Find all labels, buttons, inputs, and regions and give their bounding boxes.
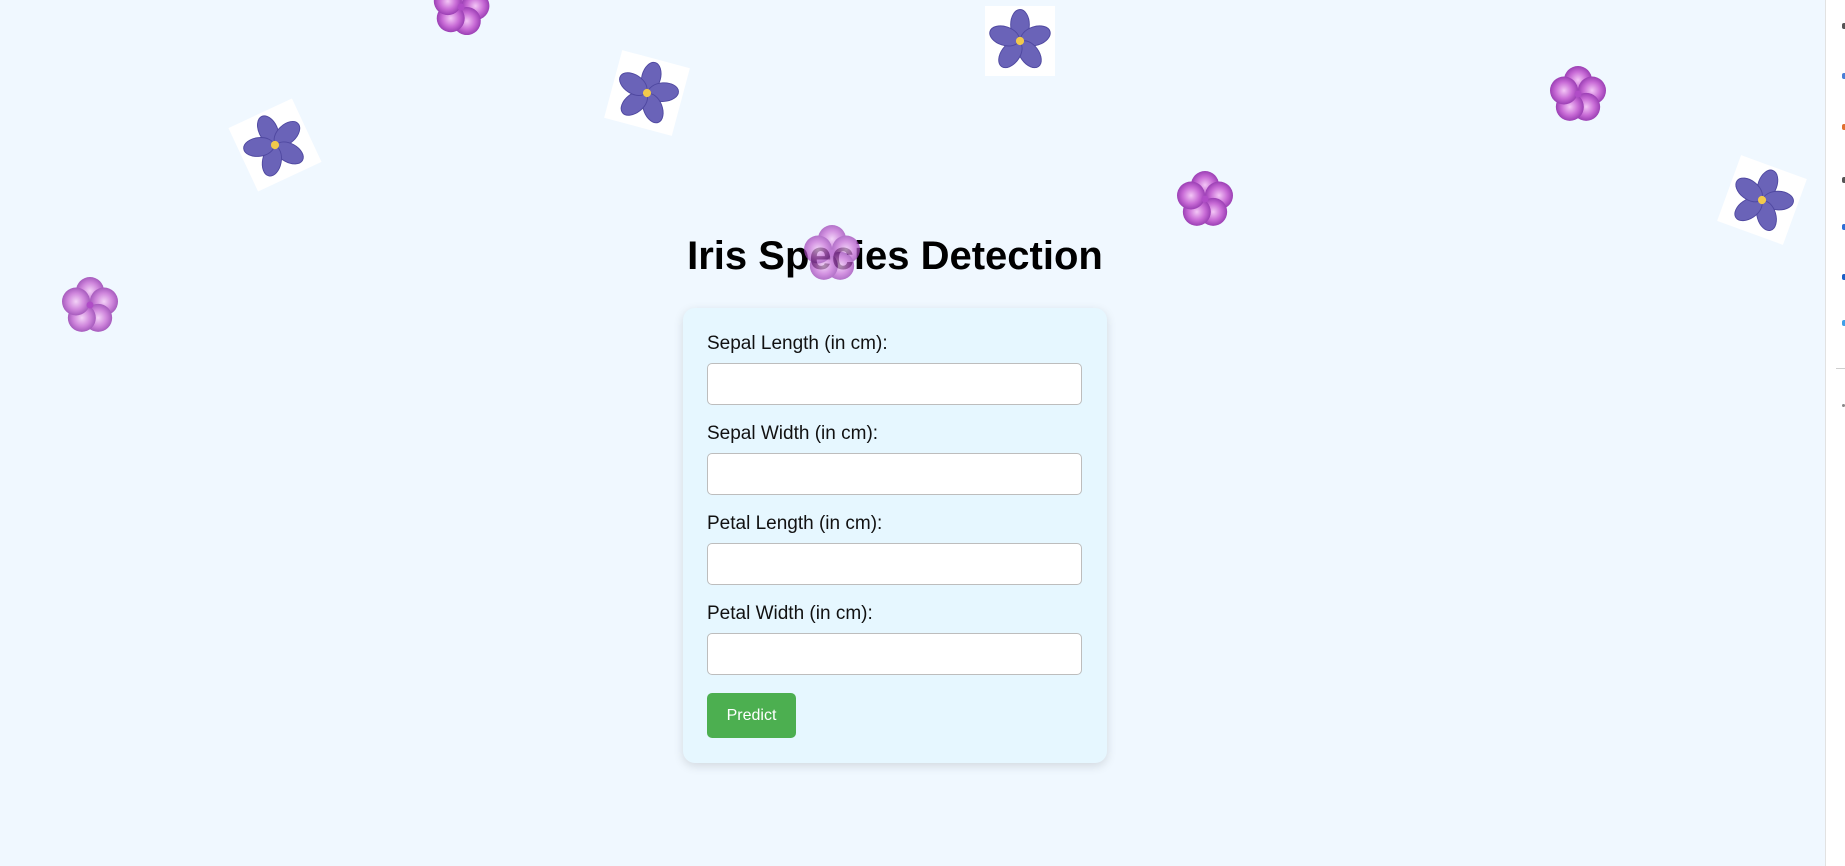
falling-pink-flower-icon (55, 270, 125, 340)
falling-pink-flower-icon (797, 218, 867, 288)
petal-length-input[interactable] (707, 543, 1082, 585)
petal-width-label: Petal Width (in cm): (707, 603, 873, 624)
predict-button[interactable]: Predict (707, 693, 796, 738)
falling-violet-flower-icon (985, 6, 1055, 76)
browser-side-panel (1825, 0, 1845, 866)
falling-pink-flower-icon (1170, 164, 1240, 234)
prediction-form: Sepal Length (in cm): Sepal Width (in cm… (683, 308, 1107, 763)
sepal-length-input[interactable] (707, 363, 1082, 405)
falling-pink-flower-icon (1543, 59, 1613, 129)
sepal-width-label: Sepal Width (in cm): (707, 423, 879, 444)
sepal-width-input[interactable] (707, 453, 1082, 495)
page-title: Iris Species Detection (687, 234, 1103, 278)
sepal-length-label: Sepal Length (in cm): (707, 333, 888, 354)
petal-width-input[interactable] (707, 633, 1082, 675)
petal-length-label: Petal Length (in cm): (707, 513, 883, 534)
side-panel-divider (1836, 368, 1845, 369)
